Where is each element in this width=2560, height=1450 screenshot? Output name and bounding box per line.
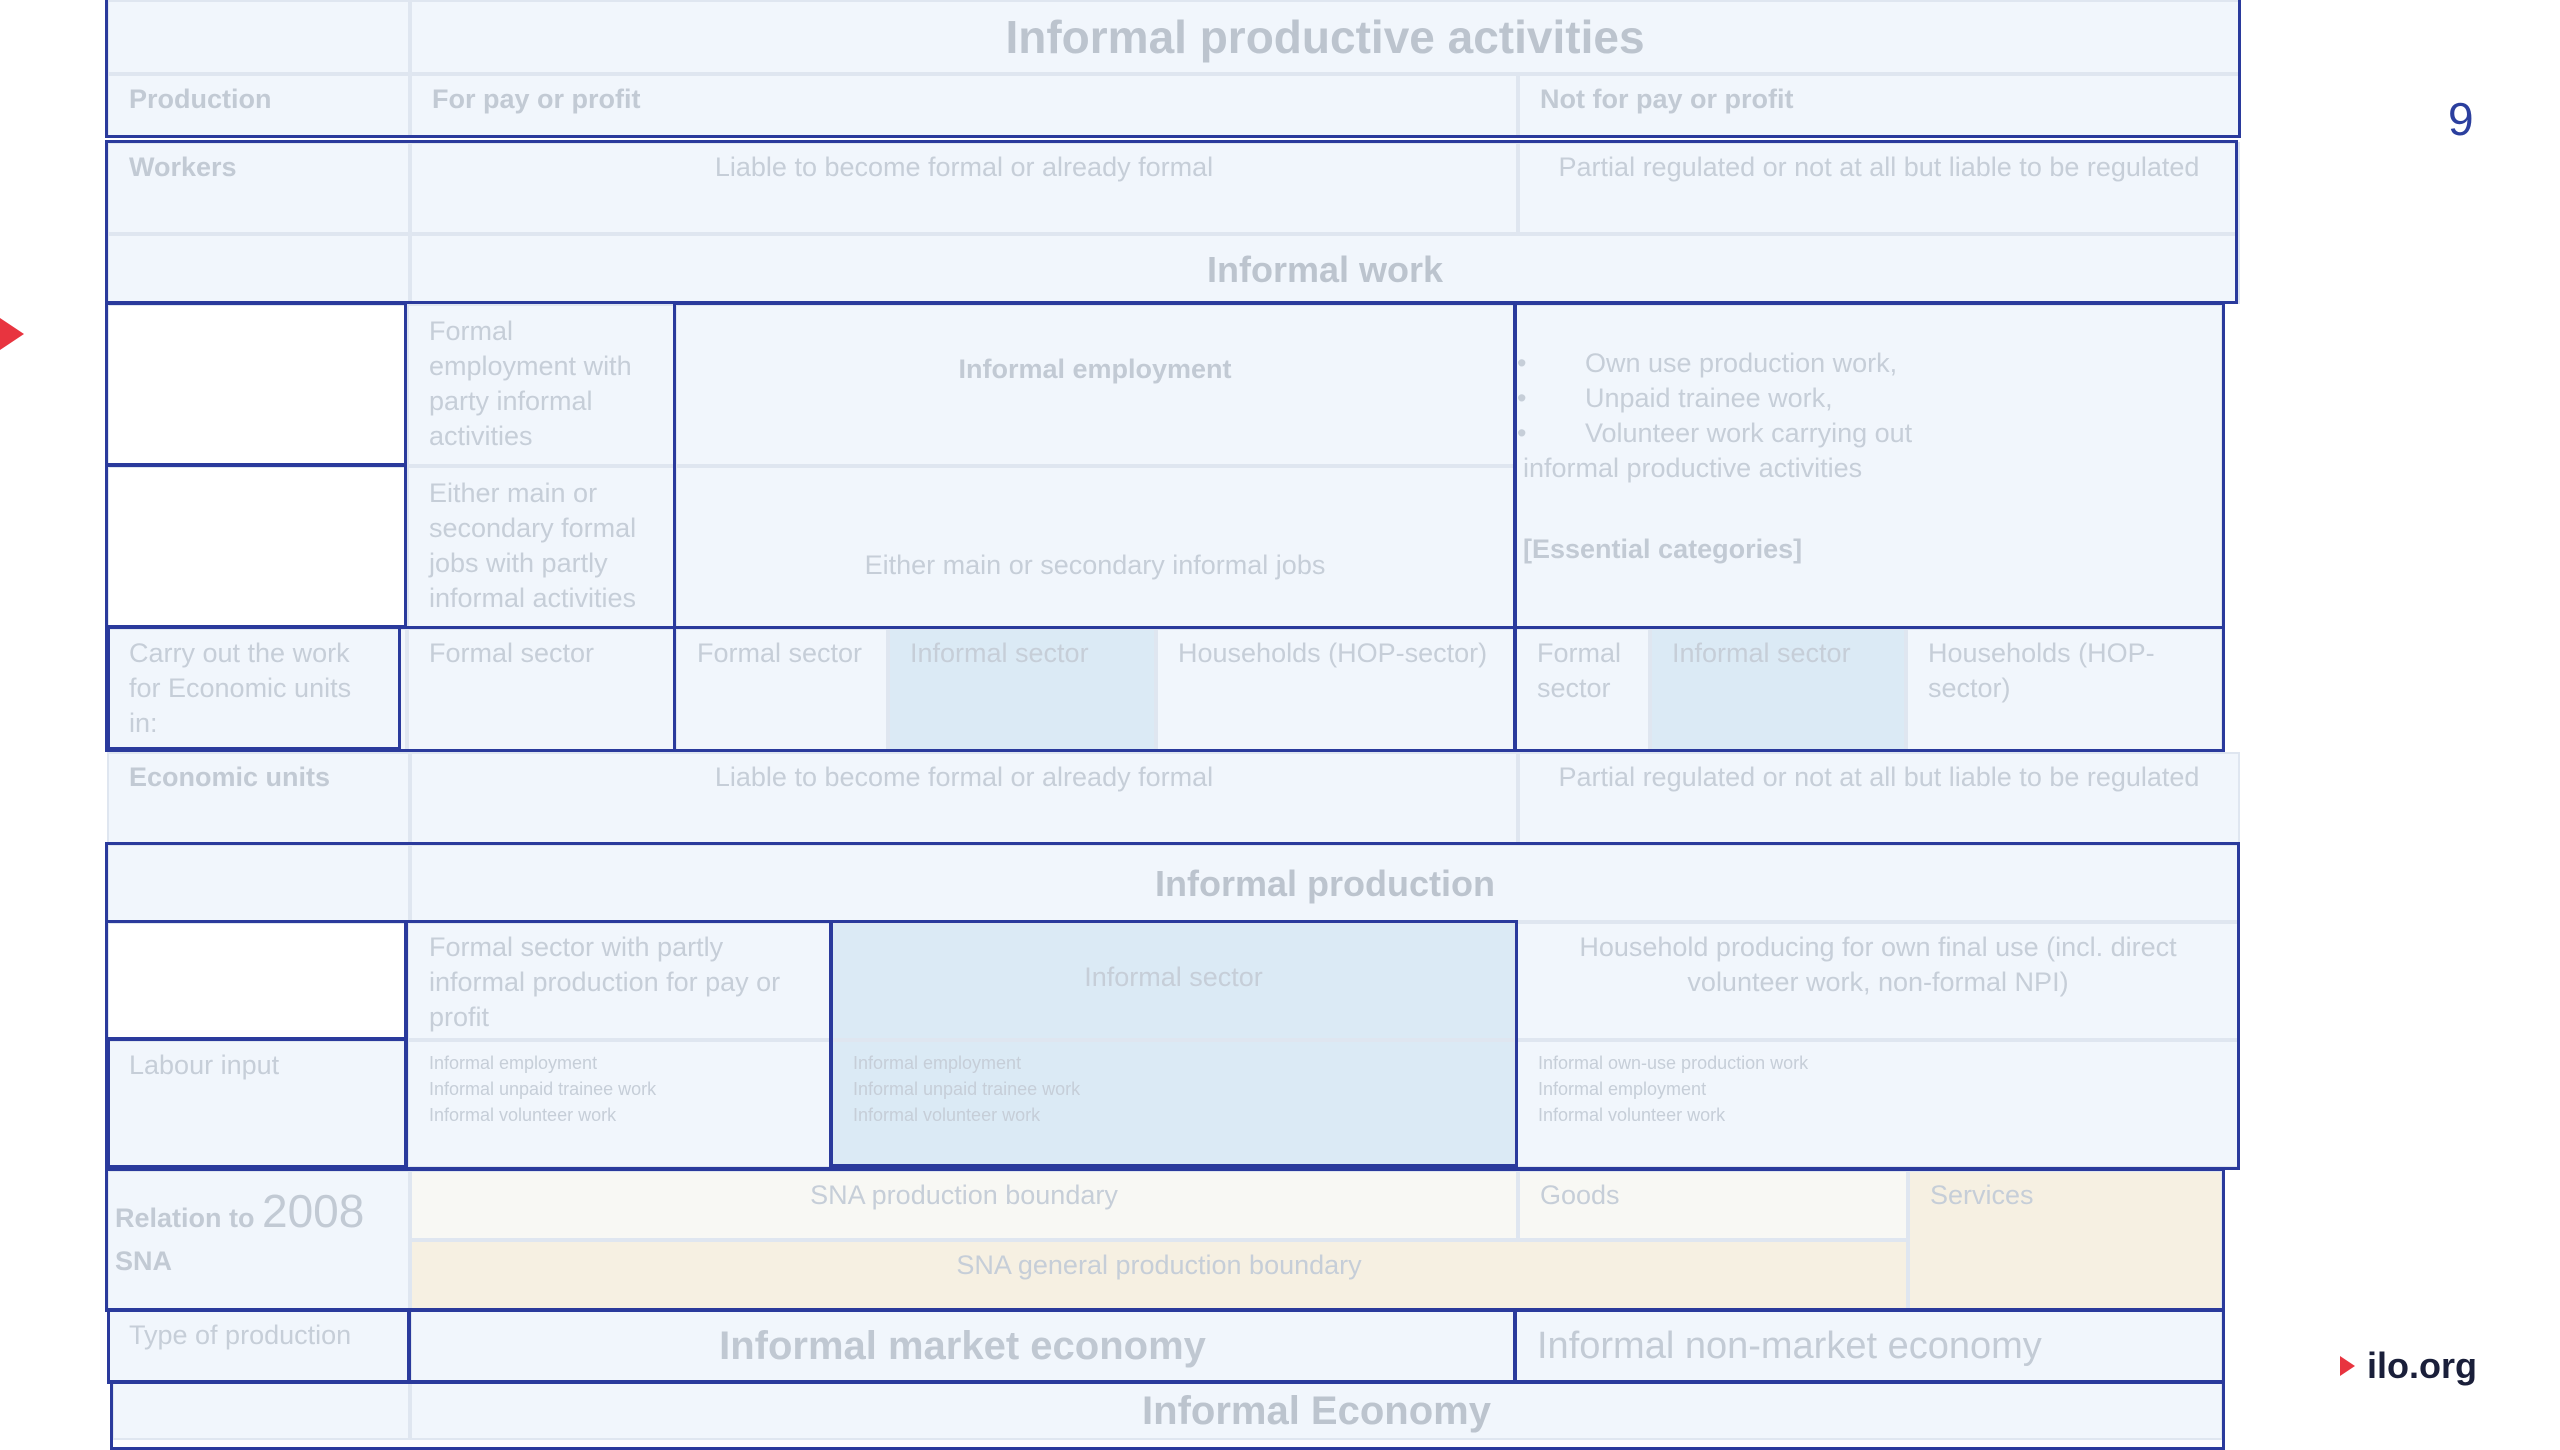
economic-units-pay-cell: Liable to become formal or already forma… bbox=[410, 752, 1518, 844]
labour-input-col3: Informal own-use production work Informa… bbox=[1516, 1040, 2240, 1168]
labour-input-col2: Informal employment Informal unpaid trai… bbox=[831, 1040, 1516, 1168]
ilo-link-text: ilo.org bbox=[2367, 1345, 2477, 1386]
labour-col3-item-3: Informal volunteer work bbox=[1538, 1105, 1726, 1125]
own-use-item: Own use production work, bbox=[1517, 346, 2221, 381]
informal-employment-cell: Informal employment bbox=[675, 304, 1515, 466]
labour-col2-item-3: Informal volunteer work bbox=[853, 1105, 1041, 1125]
informal-economy-label-cell bbox=[112, 1382, 410, 1440]
workers-pay-cell: Liable to become formal or already forma… bbox=[410, 142, 1518, 234]
labour-col2-item-1: Informal employment bbox=[853, 1053, 1022, 1073]
formal-sector-partly-cell: Formal sector with partly informal produ… bbox=[407, 922, 831, 1040]
goods-cell: Goods bbox=[1518, 1170, 1908, 1240]
informal-work-label-cell bbox=[107, 234, 410, 304]
informal-market-economy-cell: Informal market economy bbox=[410, 1310, 1515, 1382]
employment-label-cell-2 bbox=[107, 466, 407, 628]
for-pay-header: For pay or profit bbox=[410, 74, 1518, 138]
formal-sector-cell-3: Formal sector bbox=[1515, 628, 1650, 752]
formal-employment-partly-cell: Formal employment with party informal ac… bbox=[407, 304, 675, 466]
informal-sector-cell-2: Informal sector bbox=[1650, 628, 1906, 752]
sna-label-prefix: Relation to bbox=[115, 1203, 262, 1233]
not-pay-work-cell: Own use production work, Unpaid trainee … bbox=[1515, 304, 2223, 628]
title-label-cell bbox=[107, 0, 410, 74]
informal-work-heading: Informal work bbox=[410, 234, 2240, 304]
workers-label: Workers bbox=[107, 142, 410, 234]
informal-production-label-cell bbox=[107, 844, 410, 922]
employment-label-cell-1 bbox=[107, 304, 407, 466]
labour-col1-item-2: Informal unpaid trainee work bbox=[429, 1079, 657, 1099]
labour-input-label: Labour input bbox=[107, 1040, 407, 1168]
formal-jobs-partly-cell: Either main or secondary formal jobs wit… bbox=[407, 466, 675, 628]
economic-units-label: Economic units bbox=[107, 752, 410, 844]
labour-col3-item-2: Informal employment bbox=[1538, 1079, 1707, 1099]
page-number: 9 bbox=[2448, 93, 2474, 145]
informal-sector-production-cell: Informal sector bbox=[831, 922, 1516, 1040]
informal-economy-heading: Informal Economy bbox=[410, 1382, 2223, 1440]
not-pay-work-tail: informal productive activities bbox=[1523, 453, 1863, 483]
informal-production-heading: Informal production bbox=[410, 844, 2240, 922]
households-cell-2: Households (HOP-sector) bbox=[1906, 628, 2223, 752]
labour-col1-item-1: Informal employment bbox=[429, 1053, 598, 1073]
formal-sector-cell-2: Formal sector bbox=[675, 628, 888, 752]
sna-year: 2008 bbox=[262, 1185, 365, 1237]
type-of-production-label: Type of production bbox=[107, 1310, 410, 1382]
carry-out-work-label: Carry out the work for Economic units in… bbox=[107, 628, 407, 752]
services-cell: Services bbox=[1908, 1170, 2223, 1310]
pointer-arrow-icon bbox=[0, 318, 24, 350]
household-own-use-cell: Household producing for own final use (i… bbox=[1516, 922, 2240, 1040]
production-label: Production bbox=[107, 74, 410, 138]
essential-categories: [Essential categories] bbox=[1523, 534, 1803, 564]
workers-not-pay-cell: Partial regulated or not at all but liab… bbox=[1518, 142, 2240, 234]
volunteer-item: Volunteer work carrying out bbox=[1517, 416, 2221, 451]
ilo-link[interactable]: ilo.org bbox=[2340, 1345, 2477, 1387]
labour-col1-item-3: Informal volunteer work bbox=[429, 1105, 617, 1125]
households-cell-1: Households (HOP-sector) bbox=[1156, 628, 1515, 752]
labour-input-col1: Informal employment Informal unpaid trai… bbox=[407, 1040, 831, 1168]
sna-label-suffix: SNA bbox=[115, 1246, 173, 1276]
production-label-cell bbox=[107, 922, 407, 1040]
diagram-title: Informal productive activities bbox=[410, 0, 2240, 74]
sna-general-boundary-cell: SNA general production boundary bbox=[410, 1240, 1908, 1310]
sna-relation-label: Relation to 2008 SNA bbox=[107, 1170, 410, 1310]
formal-sector-cell-1: Formal sector bbox=[407, 628, 675, 752]
informal-non-market-economy-cell: Informal non-market economy bbox=[1515, 1310, 2223, 1382]
informal-jobs-cell: Either main or secondary informal jobs bbox=[675, 466, 1515, 628]
informal-sector-cell-1: Informal sector bbox=[888, 628, 1156, 752]
play-triangle-icon bbox=[2340, 1356, 2355, 1376]
unpaid-trainee-item: Unpaid trainee work, bbox=[1517, 381, 2221, 416]
sna-production-boundary-cell: SNA production boundary bbox=[410, 1170, 1518, 1240]
labour-col2-item-2: Informal unpaid trainee work bbox=[853, 1079, 1081, 1099]
labour-col3-item-1: Informal own-use production work bbox=[1538, 1053, 1809, 1073]
not-for-pay-header: Not for pay or profit bbox=[1518, 74, 2240, 138]
economic-units-not-pay-cell: Partial regulated or not at all but liab… bbox=[1518, 752, 2240, 844]
